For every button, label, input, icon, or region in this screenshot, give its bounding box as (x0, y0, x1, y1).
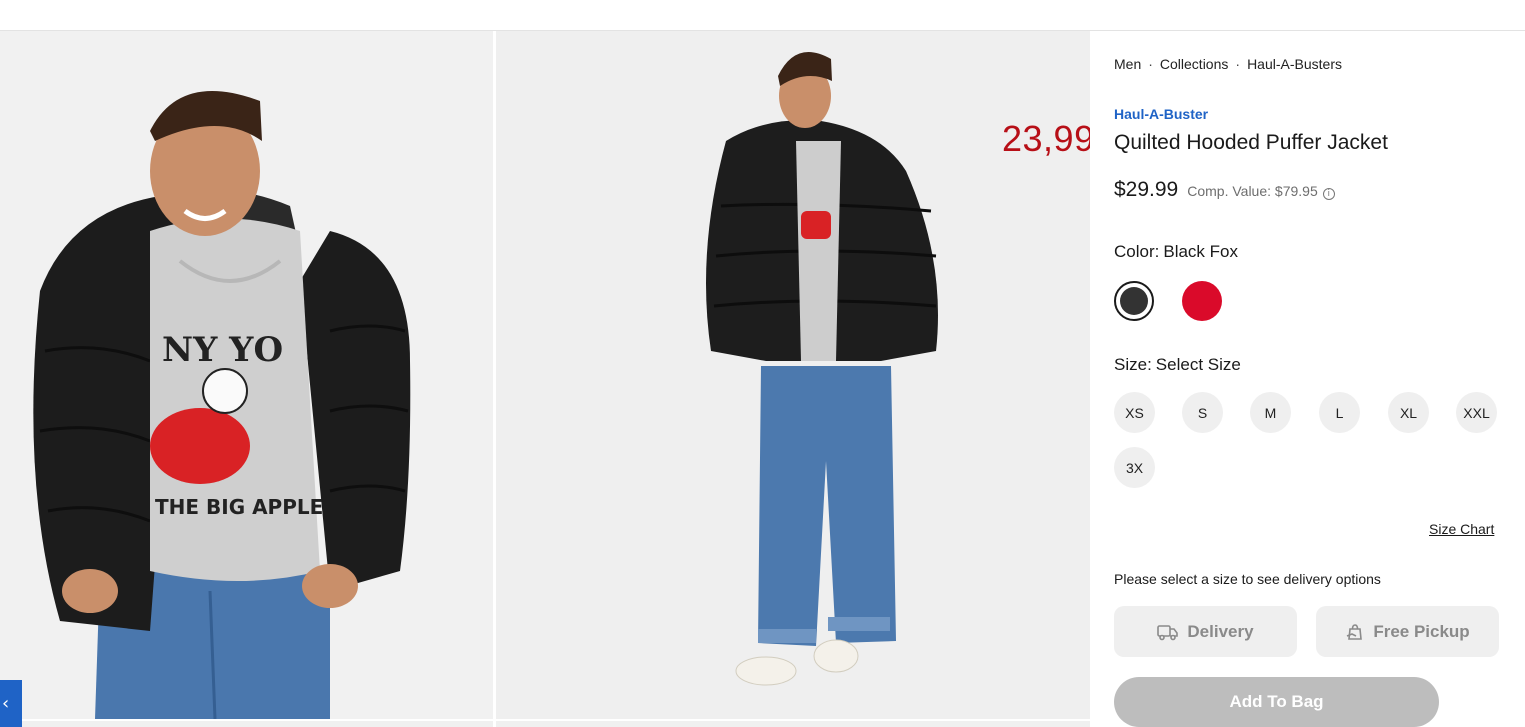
top-bar (0, 0, 1525, 31)
thumbnail-strip (0, 721, 1090, 727)
breadcrumb-separator: · (1235, 56, 1241, 72)
product-title: Quilted Hooded Puffer Jacket (1114, 131, 1388, 154)
delivery-label: Delivery (1187, 621, 1254, 641)
color-label: Color: Black Fox (1114, 242, 1238, 262)
product-details-panel: Men · Collections · Haul-A-Busters Haul-… (1090, 31, 1525, 727)
free-pickup-option-button[interactable]: Free Pickup (1316, 606, 1499, 657)
breadcrumb-men[interactable]: Men (1114, 56, 1141, 72)
product-photo-closeup[interactable]: NY YO THE BIG APPLE (0, 31, 493, 719)
color-swatch-black-fox[interactable] (1114, 281, 1154, 321)
chevron-left-icon: ‹ (2, 693, 10, 714)
selected-color: Black Fox (1163, 242, 1238, 261)
size-option-3x[interactable]: 3X (1114, 447, 1155, 488)
info-icon[interactable]: i (1322, 188, 1335, 200)
color-swatch-red[interactable] (1182, 281, 1222, 321)
size-option-xl[interactable]: XL (1388, 392, 1429, 433)
color-label-text: Color: (1114, 242, 1160, 261)
gallery-prev-button[interactable]: ‹ (0, 680, 22, 727)
brand-link[interactable]: Haul-A-Buster (1114, 106, 1208, 122)
size-label-text: Size: (1114, 355, 1152, 374)
svg-text:NY YO: NY YO (162, 330, 283, 370)
size-option-s[interactable]: S (1182, 392, 1223, 433)
breadcrumb-haul-a-busters[interactable]: Haul-A-Busters (1247, 56, 1342, 72)
breadcrumb: Men · Collections · Haul-A-Busters (1114, 56, 1342, 72)
size-option-l[interactable]: L (1319, 392, 1360, 433)
size-label: Size: Select Size (1114, 355, 1241, 375)
model-full-length-illustration (496, 31, 1090, 719)
comp-value-text: Comp. Value: $79.95 (1187, 183, 1318, 199)
add-to-bag-button[interactable]: Add To Bag (1114, 677, 1439, 727)
pickup-bag-icon (1347, 623, 1363, 640)
product-photo-full-length[interactable] (496, 31, 1090, 719)
free-pickup-label: Free Pickup (1373, 621, 1470, 641)
size-option-xxl[interactable]: XXL (1456, 392, 1497, 433)
delivery-note: Please select a size to see delivery opt… (1114, 571, 1381, 587)
product-image-gallery: NY YO THE BIG APPLE (0, 31, 1090, 727)
breadcrumb-collections[interactable]: Collections (1160, 56, 1228, 72)
model-closeup-illustration: NY YO THE BIG APPLE (0, 31, 493, 719)
delivery-option-button[interactable]: Delivery (1114, 606, 1297, 657)
price-row: $29.99 Comp. Value: $79.95 i (1114, 178, 1335, 202)
breadcrumb-separator: · (1148, 56, 1153, 72)
size-option-xs[interactable]: XS (1114, 392, 1155, 433)
size-chart-link[interactable]: Size Chart (1429, 521, 1494, 537)
svg-text:THE BIG APPLE: THE BIG APPLE (155, 495, 323, 519)
current-price: $29.99 (1114, 178, 1179, 201)
size-option-m[interactable]: M (1250, 392, 1291, 433)
overlay-price-tag: 23,99 (1002, 118, 1095, 159)
selected-size: Select Size (1155, 355, 1241, 374)
comp-value: Comp. Value: $79.95 i (1187, 183, 1335, 200)
truck-icon (1157, 624, 1179, 640)
